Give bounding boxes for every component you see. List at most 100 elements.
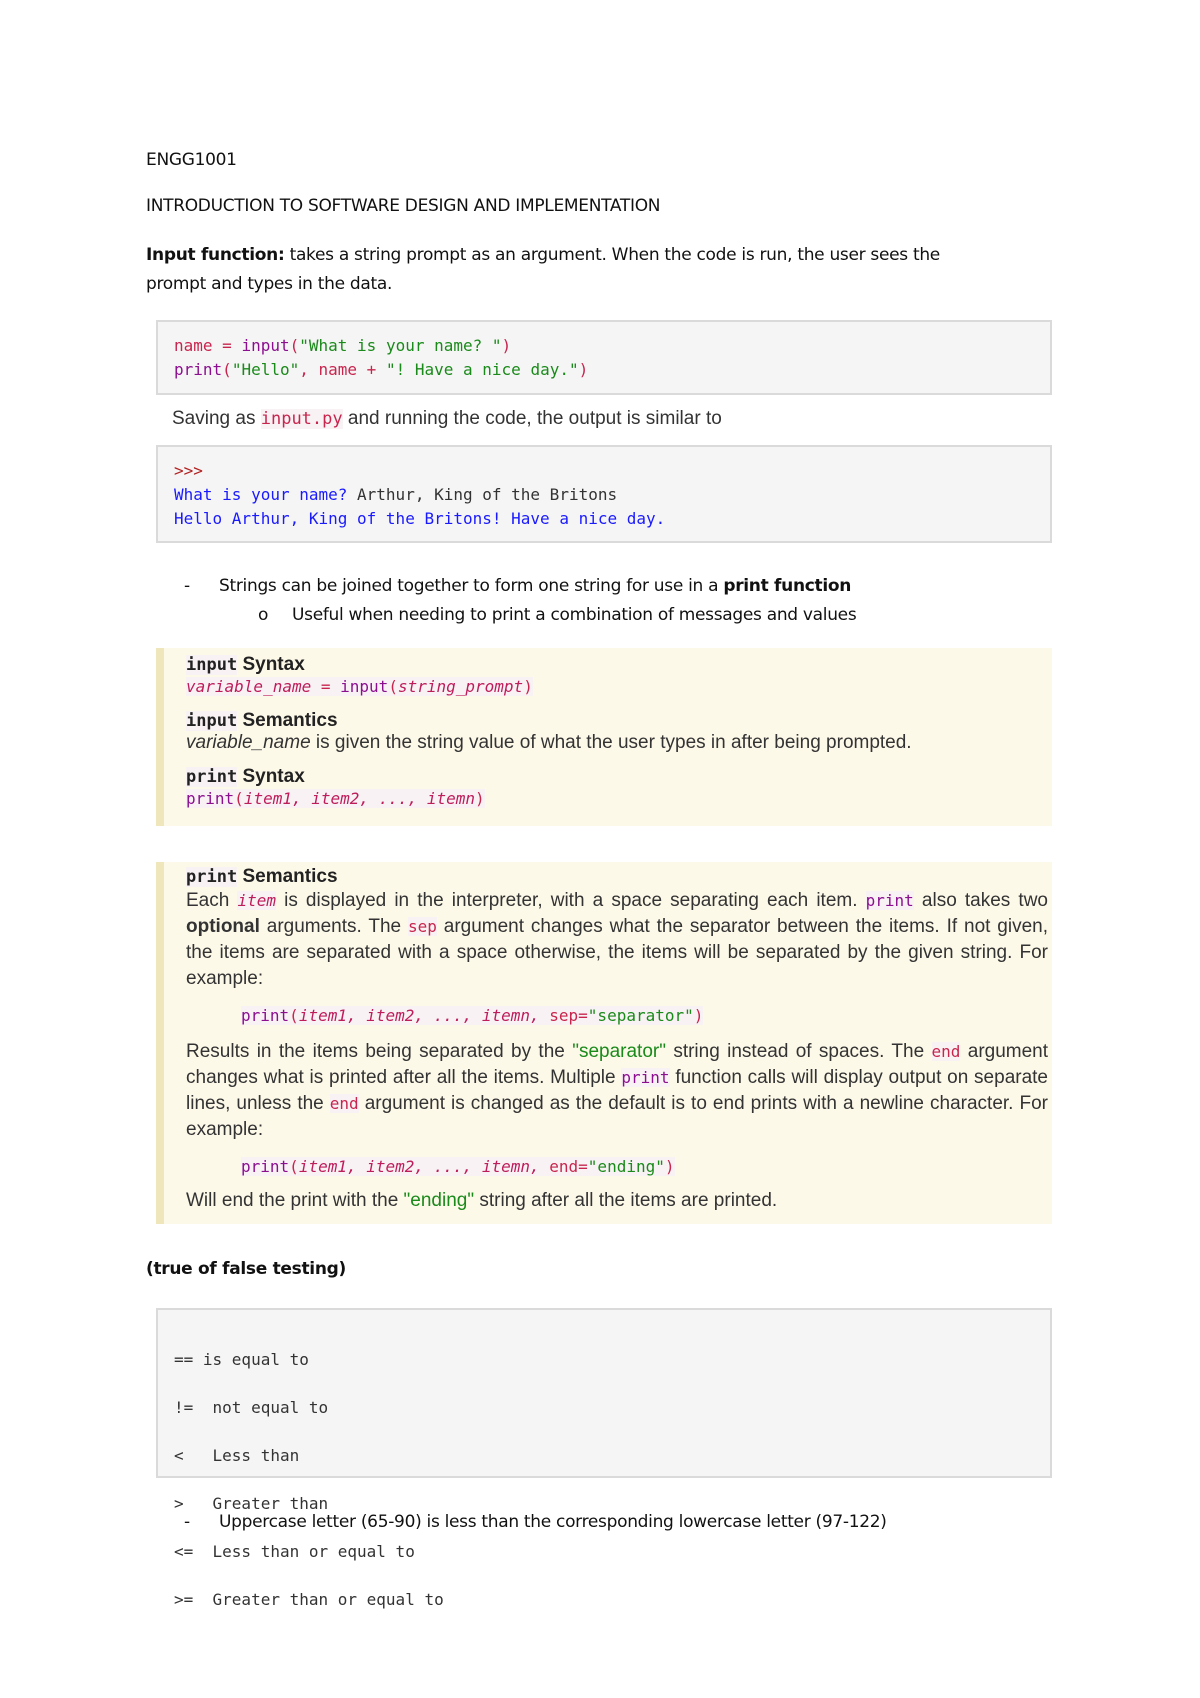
syntax-paren: ( bbox=[388, 677, 398, 696]
section-heading-comparison: (true of false testing) bbox=[146, 1259, 346, 1279]
heading-code: print bbox=[186, 867, 238, 887]
text: string instead of spaces. The bbox=[665, 1041, 932, 1062]
comparison-operators-block: == is equal to != not equal to < Less th… bbox=[156, 1308, 1052, 1609]
shell-prompt: >>> bbox=[174, 461, 203, 480]
string-text: "separator" bbox=[572, 1041, 666, 1062]
example-end: print(item1, item2, ..., itemn, end="end… bbox=[186, 1157, 1052, 1176]
code-token: ( bbox=[289, 1006, 299, 1025]
example-sep: print(item1, item2, ..., itemn, sep="sep… bbox=[186, 1006, 1052, 1025]
output-line-2: Hello Arthur, King of the Britons! Have … bbox=[174, 509, 666, 528]
code-block-input-example: name = input("What is your name? ") prin… bbox=[156, 320, 1052, 395]
intro-paragraph: Input function: takes a string prompt as… bbox=[146, 241, 1046, 299]
operator-row: <= Less than or equal to bbox=[174, 1542, 415, 1561]
saving-sentence: Saving as input.py and running the code,… bbox=[172, 408, 722, 430]
code-token: ) bbox=[664, 1157, 675, 1176]
syntax-fn: input bbox=[340, 677, 389, 696]
heading-print-syntax: Syntax bbox=[237, 766, 305, 787]
output-line-1: What is your name? Arthur, King of the B… bbox=[174, 483, 1034, 507]
saving-post: and running the code, the output is simi… bbox=[342, 408, 722, 429]
syntax-paren: ) bbox=[523, 677, 533, 696]
code-token: ( bbox=[222, 360, 232, 379]
semantics-paragraph-3: Will end the print with the "ending" str… bbox=[186, 1190, 1052, 1212]
semantics-text: is given the string value of what the us… bbox=[310, 732, 912, 753]
code-line-1: name = input("What is your name? ") bbox=[174, 334, 1034, 358]
heading-code: input bbox=[186, 711, 238, 731]
bullet-text: Strings can be joined together to form o… bbox=[219, 576, 724, 596]
document-page: ENGG1001 INTRODUCTION TO SOFTWARE DESIGN… bbox=[0, 0, 1200, 1698]
bold-text: optional bbox=[186, 916, 260, 937]
sub-bullet-item: Useful when needing to print a combinati… bbox=[292, 605, 857, 625]
inline-code: item bbox=[237, 891, 276, 910]
bullet-item-1: Strings can be joined together to form o… bbox=[219, 576, 851, 596]
syntax-arg: string_prompt bbox=[397, 677, 524, 696]
heading-code: input bbox=[186, 655, 238, 675]
heading-input-syntax: Syntax bbox=[237, 654, 305, 675]
course-title: INTRODUCTION TO SOFTWARE DESIGN AND IMPL… bbox=[146, 196, 661, 216]
code-token: = bbox=[212, 336, 242, 355]
bullet-ascii-note: Uppercase letter (65-90) is less than th… bbox=[219, 1512, 887, 1532]
code-token: print bbox=[241, 1157, 290, 1176]
syntax-paren: ( bbox=[234, 789, 244, 808]
inline-code: print bbox=[621, 1068, 670, 1087]
text: arguments. The bbox=[259, 916, 408, 937]
operator-row: >= Greater than or equal to bbox=[174, 1590, 444, 1609]
bullet-bold: print function bbox=[723, 576, 852, 596]
code-token: , bbox=[299, 360, 319, 379]
heading-input-semantics: Semantics bbox=[237, 710, 338, 731]
heading-print-semantics: Semantics bbox=[237, 866, 338, 887]
bullet-dash: - bbox=[184, 576, 190, 596]
inline-code: end bbox=[329, 1094, 359, 1113]
bullet-dash: - bbox=[184, 1512, 190, 1532]
syntax-eq: = bbox=[311, 677, 341, 696]
intro-text-2: prompt and types in the data. bbox=[146, 274, 393, 294]
code-token: input bbox=[241, 336, 290, 355]
code-token: ( bbox=[289, 336, 300, 355]
operator-row: != not equal to bbox=[174, 1398, 329, 1417]
code-token: "! Have a nice day." bbox=[385, 360, 579, 379]
syntax-note-box: input Syntax variable_name = input(strin… bbox=[156, 648, 1052, 826]
code-token: "What is your name? " bbox=[299, 336, 502, 355]
code-token: ) bbox=[693, 1006, 704, 1025]
saving-pre: Saving as bbox=[172, 408, 261, 429]
code-token: ) bbox=[578, 360, 589, 379]
text: also takes two bbox=[913, 890, 1048, 911]
text: is displayed in the interpreter, with a … bbox=[275, 890, 866, 911]
code-token: sep= bbox=[549, 1006, 588, 1025]
text: Results in the items being separated by … bbox=[186, 1041, 573, 1062]
string-text: "ending" bbox=[403, 1190, 475, 1211]
code-token: ( bbox=[289, 1157, 299, 1176]
code-token: ) bbox=[501, 336, 512, 355]
code-token: name bbox=[318, 360, 358, 379]
operator-row: == is equal to bbox=[174, 1350, 309, 1369]
filename-code: input.py bbox=[260, 409, 343, 429]
intro-text: takes a string prompt as an argument. Wh… bbox=[284, 245, 941, 265]
code-token: item1, item2, ..., itemn, bbox=[298, 1157, 550, 1176]
code-block-output: >>> What is your name? Arthur, King of t… bbox=[156, 445, 1052, 543]
syntax-paren: ) bbox=[475, 789, 485, 808]
semantics-paragraph-1: Each item is displayed in the interprete… bbox=[186, 888, 1052, 992]
intro-label: Input function: bbox=[146, 245, 285, 265]
syntax-fn: print bbox=[186, 789, 235, 808]
semantics-var: variable_name bbox=[186, 732, 311, 753]
output-prompt-text: What is your name? bbox=[174, 485, 348, 504]
syntax-args: item1, item2, ..., itemn bbox=[243, 789, 475, 808]
print-semantics-box: print Semantics Each item is displayed i… bbox=[156, 862, 1052, 1224]
code-token: print bbox=[241, 1006, 290, 1025]
code-token: end= bbox=[549, 1157, 588, 1176]
code-token: print bbox=[174, 360, 223, 379]
inline-code: sep bbox=[407, 917, 437, 936]
text: Each bbox=[186, 890, 238, 911]
course-code: ENGG1001 bbox=[146, 150, 237, 170]
code-line-2: print("Hello", name + "! Have a nice day… bbox=[174, 358, 1034, 382]
semantics-paragraph-2: Results in the items being separated by … bbox=[186, 1039, 1052, 1143]
code-token: "separator" bbox=[587, 1006, 694, 1025]
inline-code: end bbox=[931, 1042, 961, 1061]
sub-bullet-marker: o bbox=[258, 605, 269, 625]
text: string after all the items are printed. bbox=[474, 1190, 778, 1211]
code-token: "Hello" bbox=[231, 360, 300, 379]
code-token: name bbox=[174, 336, 213, 355]
inline-code: print bbox=[865, 891, 914, 910]
heading-code: print bbox=[186, 767, 238, 787]
code-token: "ending" bbox=[587, 1157, 665, 1176]
code-token: item1, item2, ..., itemn, bbox=[298, 1006, 550, 1025]
